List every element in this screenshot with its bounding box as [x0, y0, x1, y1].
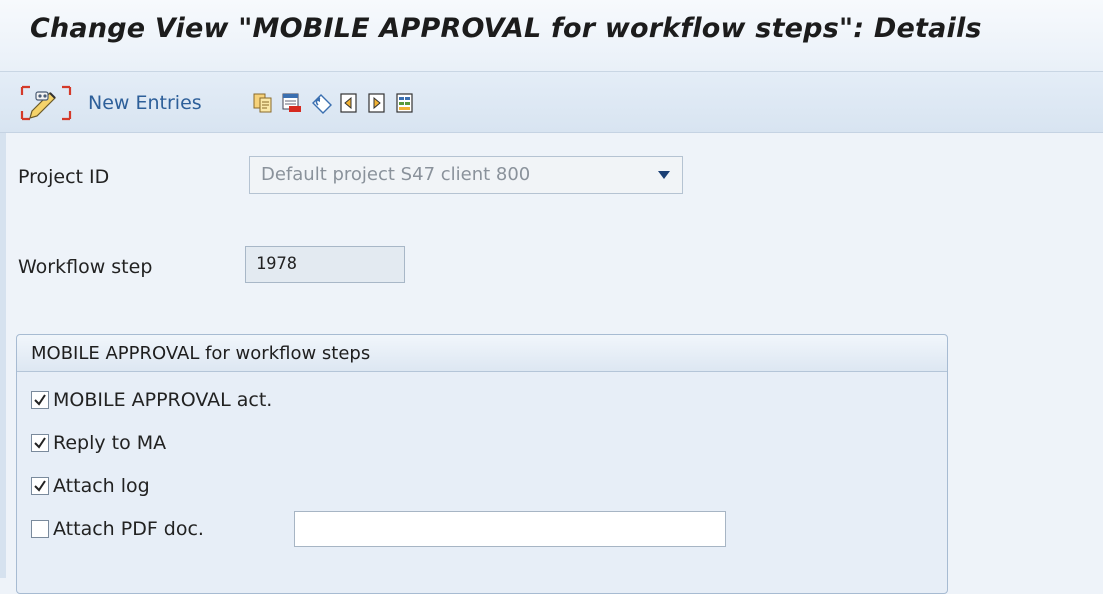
project-id-label: Project ID — [18, 166, 110, 188]
next-entry-icon[interactable] — [366, 92, 388, 114]
chevron-down-icon[interactable] — [658, 171, 670, 179]
select-block-icon[interactable] — [394, 92, 416, 114]
checkmark-icon — [34, 480, 46, 492]
checkbox-row-attach-log: Attach log — [31, 475, 150, 497]
project-id-value: Default project S47 client 800 — [261, 164, 531, 185]
mobile-approval-group: MOBILE APPROVAL for workflow steps MOBIL… — [16, 334, 948, 594]
reply-to-ma-checkbox[interactable] — [31, 434, 49, 452]
attach-log-label: Attach log — [53, 475, 150, 497]
checkbox-row-attach-pdf-doc: Attach PDF doc. — [31, 518, 204, 540]
display-change-toggle-icon — [20, 85, 72, 121]
window-title: Change View "MOBILE APPROVAL for workflo… — [30, 13, 982, 44]
project-id-dropdown[interactable]: Default project S47 client 800 — [249, 156, 683, 194]
workflow-step-label: Workflow step — [18, 256, 153, 278]
delete-icon[interactable] — [281, 92, 303, 114]
undo-change-icon[interactable] — [310, 92, 332, 114]
group-title: MOBILE APPROVAL for workflow steps — [31, 343, 371, 364]
application-toolbar: New Entries — [0, 72, 1103, 133]
checkbox-row-mobile-approval-act: MOBILE APPROVAL act. — [31, 389, 272, 411]
mobile-approval-act-label: MOBILE APPROVAL act. — [53, 389, 273, 411]
title-bar: Change View "MOBILE APPROVAL for workflo… — [0, 0, 1103, 72]
group-header: MOBILE APPROVAL for workflow steps — [17, 335, 947, 372]
attach-pdf-doc-checkbox[interactable] — [31, 520, 49, 538]
attach-pdf-doc-label: Attach PDF doc. — [53, 518, 204, 540]
checkbox-row-reply-to-ma: Reply to MA — [31, 432, 166, 454]
mobile-approval-act-checkbox[interactable] — [31, 391, 49, 409]
reply-to-ma-label: Reply to MA — [53, 432, 167, 454]
previous-entry-icon[interactable] — [338, 92, 360, 114]
checkmark-icon — [34, 394, 46, 406]
checkmark-icon — [34, 437, 46, 449]
new-entries-button[interactable]: New Entries — [88, 86, 202, 120]
copy-icon[interactable] — [252, 92, 274, 114]
workflow-step-value: 1978 — [256, 254, 297, 274]
attach-pdf-doc-input[interactable] — [294, 511, 726, 547]
workflow-step-field[interactable]: 1978 — [245, 246, 405, 283]
display-change-toggle-button[interactable] — [20, 85, 72, 121]
attach-log-checkbox[interactable] — [31, 477, 49, 495]
